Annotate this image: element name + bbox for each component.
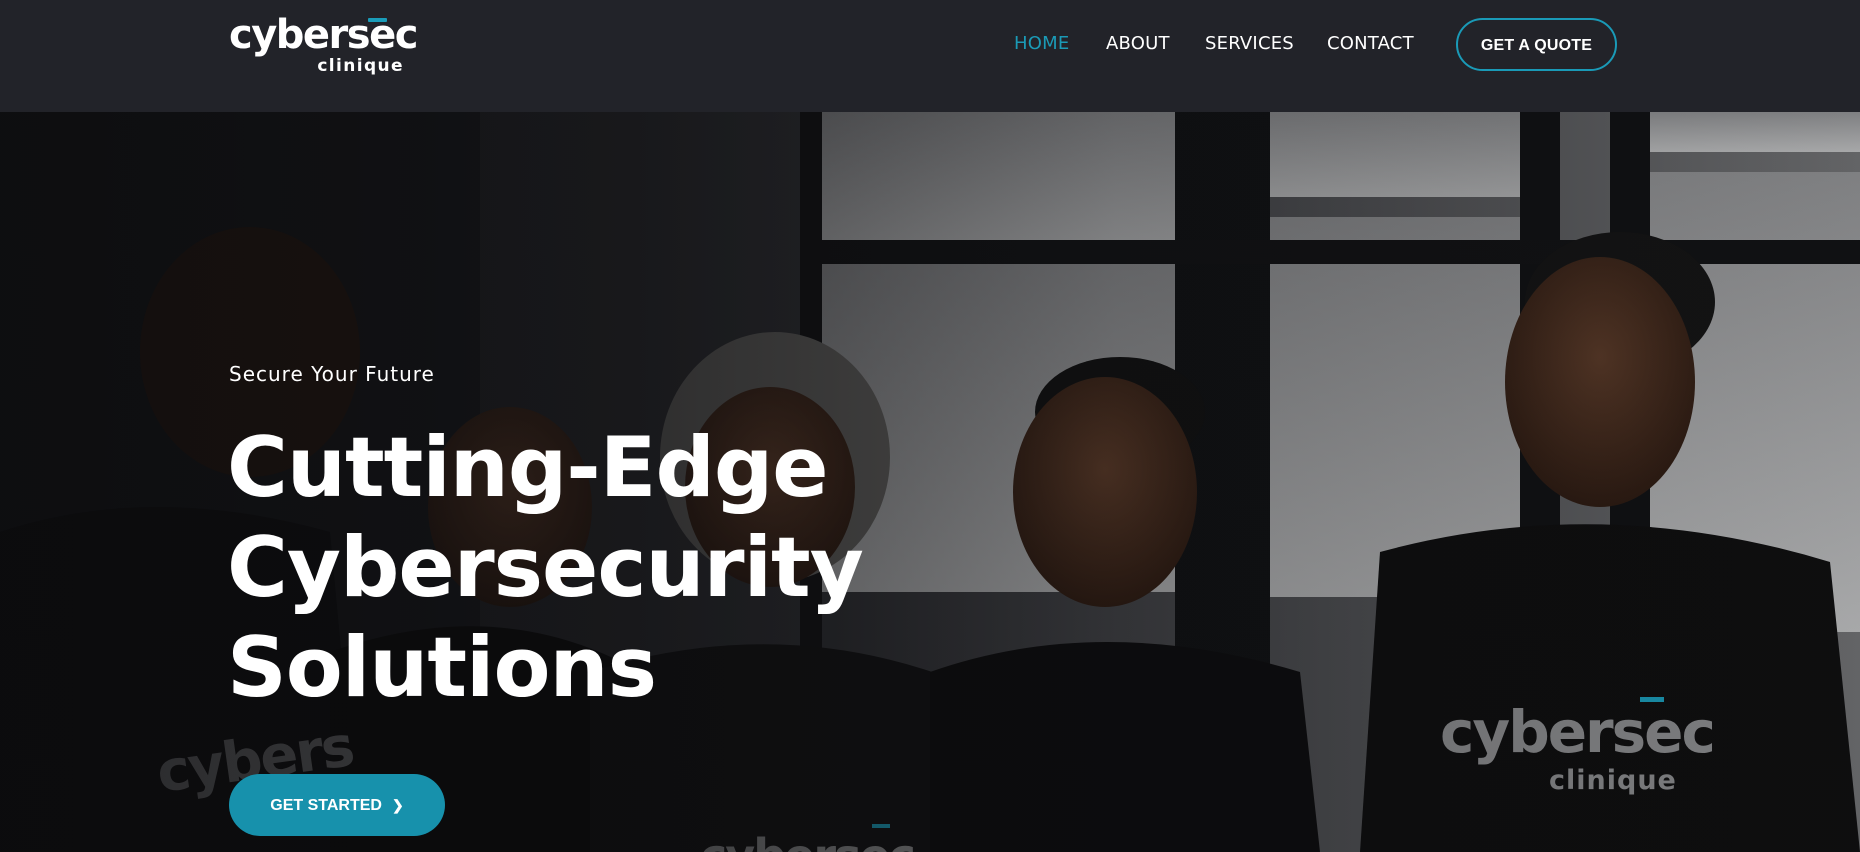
hero-headline-line-2: Cybersecurity — [227, 519, 864, 616]
nav-item-about[interactable]: ABOUT — [1106, 30, 1170, 58]
brand-logo-accent-bar — [368, 18, 387, 22]
hero-eyebrow: Secure Your Future — [229, 362, 435, 386]
hero-section: cybersec clinique cybers cybersec Secure… — [0, 112, 1860, 852]
nav-item-services[interactable]: SERVICES — [1205, 30, 1294, 58]
nav-item-contact[interactable]: CONTACT — [1327, 30, 1414, 58]
get-started-button[interactable]: GET STARTED ❯ — [229, 774, 445, 836]
hero-headline: Cutting-Edge Cybersecurity Solutions — [227, 418, 927, 718]
nav-item-home[interactable]: HOME — [1014, 30, 1069, 58]
brand-logo-subtitle: clinique — [317, 56, 404, 76]
hero-headline-line-1: Cutting-Edge — [227, 419, 829, 516]
get-a-quote-button[interactable]: GET A QUOTE — [1456, 18, 1617, 71]
site-header: cybersec clinique HOME ABOUT SERVICES CO… — [0, 0, 1860, 112]
hero-headline-line-3: Solutions — [227, 619, 657, 716]
chevron-right-icon: ❯ — [391, 797, 404, 813]
get-started-label: GET STARTED — [270, 797, 382, 814]
